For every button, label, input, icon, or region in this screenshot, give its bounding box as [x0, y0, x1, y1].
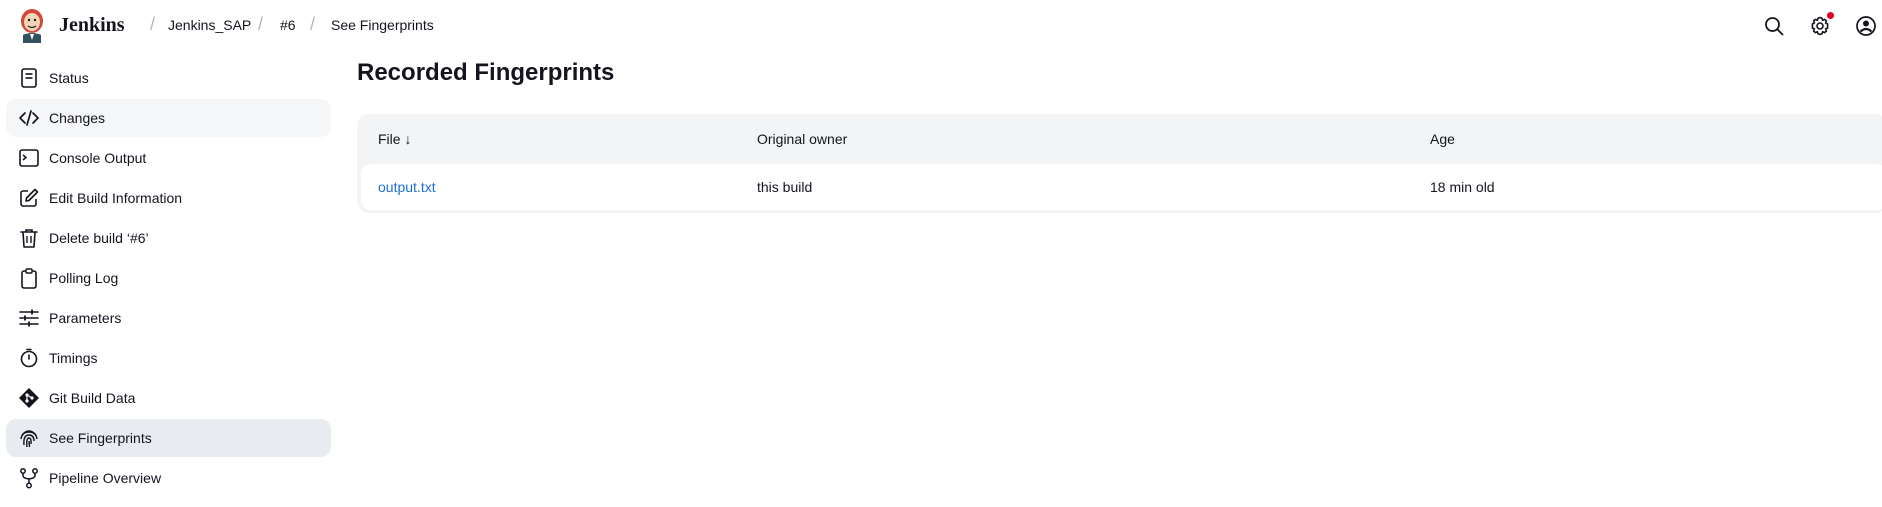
sidebar-item-parameters[interactable]: Parameters — [6, 299, 331, 337]
trash-icon — [20, 229, 38, 248]
column-header-file[interactable]: File ↓ — [378, 131, 411, 147]
table-row: output.txt this build 18 min old — [361, 164, 1882, 210]
age-cell: 18 min old — [1430, 179, 1495, 195]
sidebar-item-label: Console Output — [49, 150, 147, 166]
sidebar-item-delete-build[interactable]: Delete build ‘#6’ — [6, 219, 331, 257]
sidebar-item-timings[interactable]: Timings — [6, 339, 331, 377]
sidebar-item-git-build-data[interactable]: Git Build Data — [6, 379, 331, 417]
sliders-icon — [19, 309, 39, 327]
breadcrumb-separator: / — [258, 14, 264, 34]
sidebar-item-label: Timings — [49, 350, 98, 366]
sidebar-item-label: See Fingerprints — [49, 430, 152, 446]
sidebar-item-see-fingerprints[interactable]: See Fingerprints — [6, 419, 331, 457]
sidebar-item-label: Polling Log — [49, 270, 119, 286]
sidebar-item-pipeline-overview[interactable]: Pipeline Overview — [6, 459, 331, 497]
sidebar-item-label: Edit Build Information — [49, 190, 183, 206]
breadcrumb-current[interactable]: See Fingerprints — [331, 17, 434, 33]
sidebar-item-console-output[interactable]: Console Output — [6, 139, 331, 177]
code-icon — [19, 110, 39, 126]
search-icon[interactable] — [1763, 15, 1785, 37]
breadcrumb-separator: / — [310, 14, 316, 34]
edit-icon — [20, 188, 39, 207]
sidebar-item-label: Delete build ‘#6’ — [49, 230, 149, 246]
sidebar-item-label: Parameters — [49, 310, 122, 326]
column-header-age[interactable]: Age — [1430, 131, 1455, 147]
file-link[interactable]: output.txt — [378, 179, 436, 195]
user-icon[interactable] — [1855, 15, 1877, 37]
sidebar-item-label: Changes — [49, 110, 106, 126]
sidebar-item-status[interactable]: Status — [6, 59, 331, 97]
sidebar-item-label: Pipeline Overview — [49, 470, 162, 486]
top-bar: Jenkins / Jenkins_SAP / #6 / See Fingerp… — [0, 0, 1882, 52]
column-header-original-owner[interactable]: Original owner — [757, 131, 847, 147]
brand-name[interactable]: Jenkins — [59, 14, 125, 37]
pipeline-icon — [20, 468, 38, 489]
jenkins-logo-icon[interactable] — [17, 7, 47, 43]
notification-dot — [1827, 12, 1834, 19]
owner-cell: this build — [757, 179, 813, 195]
breadcrumb-build[interactable]: #6 — [280, 17, 296, 33]
page-title: Recorded Fingerprints — [357, 59, 615, 86]
stopwatch-icon — [20, 348, 38, 368]
clipboard-icon — [21, 268, 37, 289]
terminal-icon — [19, 149, 39, 167]
sidebar-item-changes[interactable]: Changes — [6, 99, 331, 137]
sidebar-item-edit-build-information[interactable]: Edit Build Information — [6, 179, 331, 217]
status-icon — [21, 68, 37, 88]
breadcrumb-separator: / — [150, 14, 156, 34]
git-icon — [19, 388, 39, 408]
breadcrumb-job[interactable]: Jenkins_SAP — [168, 17, 251, 33]
fingerprint-icon — [20, 430, 38, 448]
fingerprints-table: File ↓ Original owner Age output.txt thi… — [357, 114, 1882, 213]
sidebar-item-label: Status — [49, 70, 89, 86]
sidebar-item-polling-log[interactable]: Polling Log — [6, 259, 331, 297]
sidebar-item-label: Git Build Data — [49, 390, 136, 406]
